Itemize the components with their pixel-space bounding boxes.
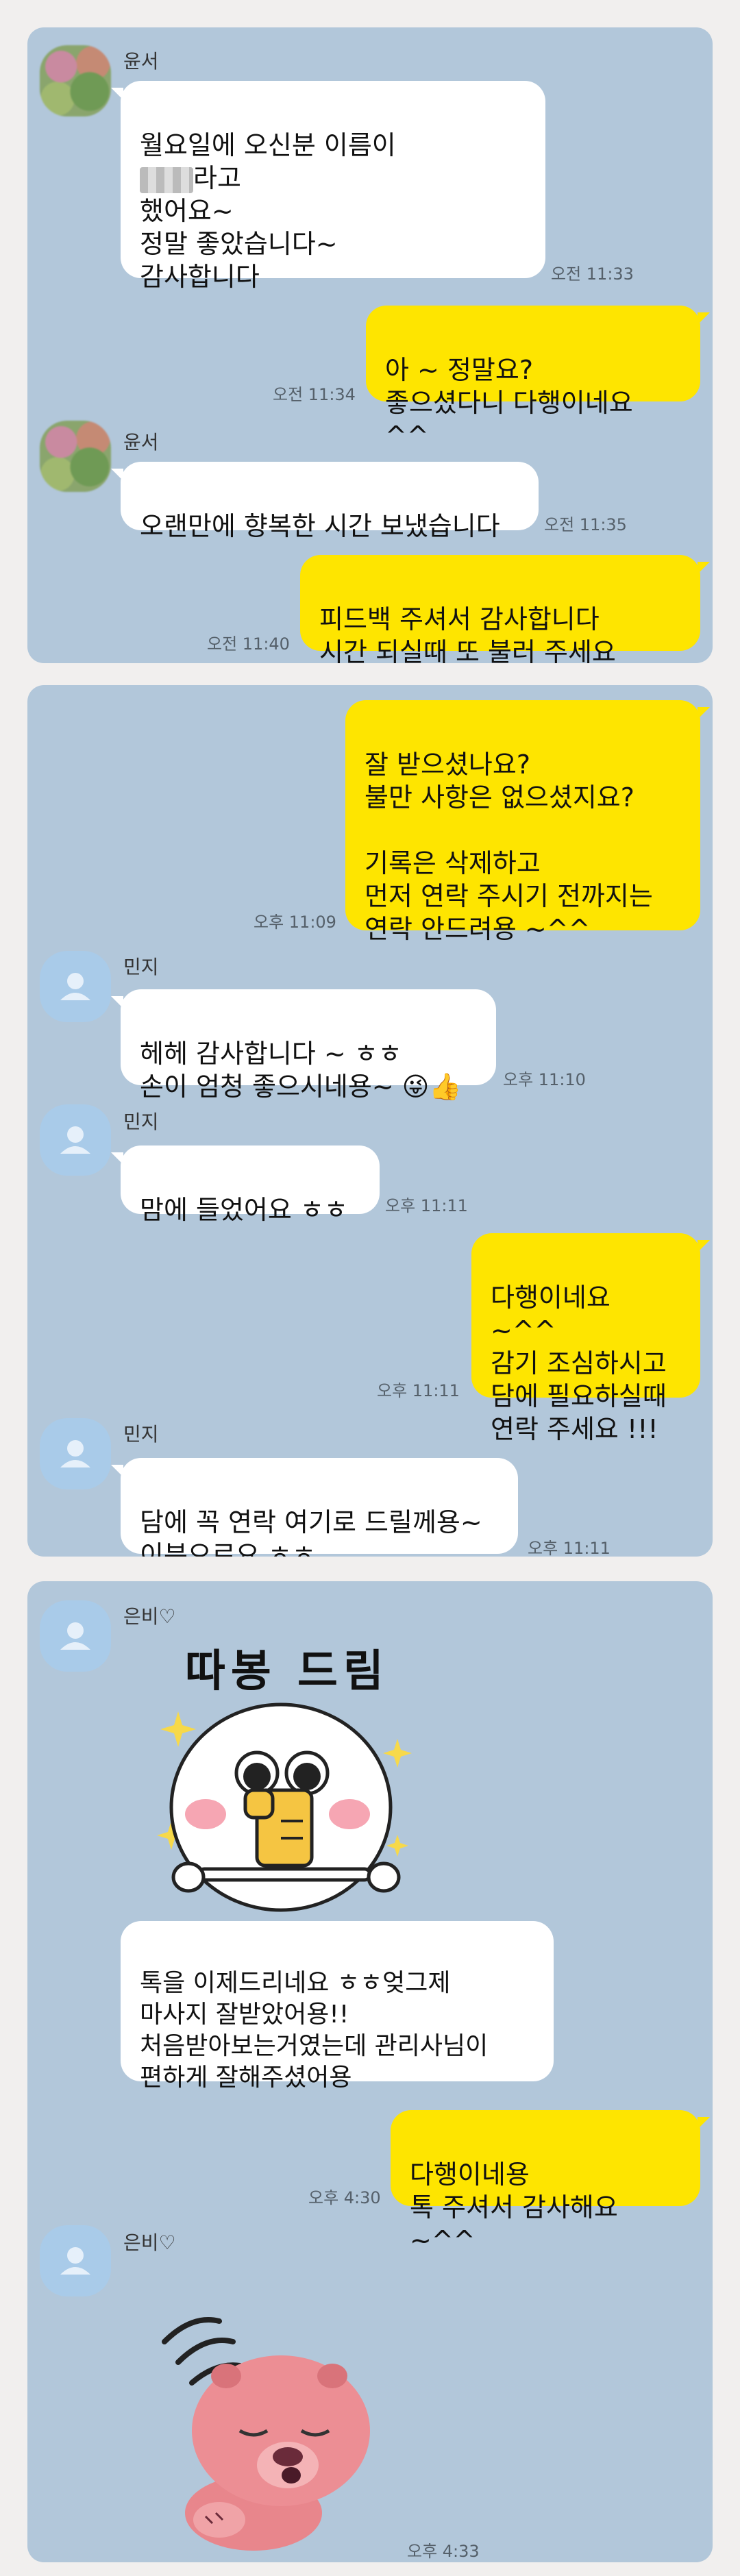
- default-profile-icon: [60, 2247, 90, 2275]
- message-time: 오후 11:11: [528, 1539, 610, 1557]
- redacted-name: [140, 166, 193, 193]
- default-profile-icon: [60, 1126, 90, 1154]
- message-text: 다행이네요 ~^^ 감기 조심하시고 담에 필요하실때 연락 주세요 !!!: [491, 1283, 667, 1444]
- thumbs-up-sticker[interactable]: 따봉 드림: [123, 1636, 425, 1924]
- message-text: 아 ~ 정말요? 좋으셨다니 다행이네요 ^^: [385, 355, 633, 451]
- message-time: 오전 11:33: [551, 264, 634, 284]
- message-text: 다행이네용 톡 주셔서 감사해요 ~^^: [410, 2159, 618, 2255]
- message-bubble[interactable]: 톡을 이제드리네요 ㅎㅎ엊그제 마사지 잘받았어용!! 처음받아보는거였는데 관…: [121, 1921, 554, 2092]
- message-time: 오후 11:11: [377, 1381, 460, 1400]
- message-text: 피드백 주셔서 감사합니다 시간 되실때 또 불러 주세요 ~^^: [319, 604, 616, 663]
- avatar[interactable]: [40, 421, 111, 492]
- default-profile-icon: [60, 973, 90, 1000]
- message-bubble[interactable]: 오랜만에 향복한 시간 보냈습니다: [111, 462, 539, 541]
- message-text-part: 월요일에 오신분 이름이: [140, 130, 396, 160]
- sender-name: 민지: [123, 1423, 159, 1446]
- avatar[interactable]: [40, 1418, 111, 1489]
- sender-name: 은비♡: [123, 2231, 176, 2254]
- pink-beaver-sticker[interactable]: [151, 2294, 370, 2554]
- message-text-part: 라고: [193, 163, 241, 193]
- message-bubble[interactable]: 다행이네용 톡 주셔서 감사해요 ~^^: [391, 2110, 710, 2255]
- message-bubble[interactable]: 헤헤 감사합니다 ~ ㅎㅎ 손이 엄청 좋으시네용~ 😜👍: [111, 989, 496, 1102]
- message-text: 오랜만에 향복한 시간 보냈습니다: [140, 511, 500, 541]
- default-profile-icon: [60, 1440, 90, 1467]
- chat-panel-3: 은비♡ 따봉 드림 톡을 이제드리네요 ㅎㅎ엊그제 마사지 잘받았어용!! 처음…: [27, 1581, 713, 2562]
- message-bubble[interactable]: 월요일에 오신분 이름이 라고 했어요~ 정말 좋았습니다~ 감사합니다: [111, 81, 545, 292]
- message-bubble[interactable]: 잘 받으셨나요? 불만 사항은 없으셨지요? 기록은 삭제하고 먼저 연락 주시…: [345, 700, 710, 944]
- avatar[interactable]: [40, 45, 111, 116]
- message-text: 헤헤 감사합니다 ~ ㅎㅎ 손이 엄청 좋으시네용~ 😜👍: [140, 1039, 462, 1102]
- message-text-part: 했어요~ 정말 좋았습니다~ 감사합니다: [140, 196, 338, 292]
- message-text: 맘에 들었어요 ㅎㅎ: [140, 1195, 348, 1225]
- message-text: 톡을 이제드리네요 ㅎㅎ엊그제 마사지 잘받았어용!! 처음받아보는거였는데 관…: [140, 1969, 489, 2092]
- sender-name: 민지: [123, 1111, 159, 1133]
- message-text: 잘 받으셨나요? 불만 사항은 없으셨지요? 기록은 삭제하고 먼저 연락 주시…: [365, 750, 653, 944]
- message-time: 오후 11:09: [254, 913, 336, 932]
- avatar[interactable]: [40, 1104, 111, 1176]
- message-time: 오후 11:11: [385, 1196, 468, 1215]
- avatar[interactable]: [40, 951, 111, 1022]
- message-time: 오후 4:30: [308, 2188, 381, 2207]
- message-time: 오전 11:35: [544, 515, 627, 534]
- message-time: 오후 4:33: [407, 2542, 480, 2561]
- message-bubble[interactable]: 맘에 들었어요 ㅎㅎ: [111, 1145, 380, 1225]
- message-text: 담에 꼭 연락 여기로 드릴께용~ 이분으로요 ㅎㅎ: [140, 1507, 482, 1557]
- message-bubble[interactable]: 피드백 주셔서 감사합니다 시간 되실때 또 불러 주세요 ~^^: [300, 555, 710, 663]
- avatar[interactable]: [40, 2225, 111, 2296]
- message-time: 오전 11:34: [273, 385, 356, 404]
- character-illustration: [162, 2317, 370, 2551]
- character-illustration: [157, 1702, 412, 1912]
- default-profile-icon: [60, 1622, 90, 1650]
- sender-name: 민지: [123, 956, 159, 978]
- message-time: 오후 11:10: [503, 1070, 586, 1089]
- avatar[interactable]: [40, 1600, 111, 1672]
- message-bubble[interactable]: 아 ~ 정말요? 좋으셨다니 다행이네요 ^^: [366, 306, 710, 451]
- sender-name: 윤서: [123, 431, 159, 454]
- message-time: 오전 11:40: [207, 634, 290, 654]
- chat-panel-2: 잘 받으셨나요? 불만 사항은 없으셨지요? 기록은 삭제하고 먼저 연락 주시…: [27, 685, 713, 1557]
- sender-name: 은비♡: [123, 1605, 176, 1628]
- sender-name: 윤서: [123, 50, 159, 73]
- message-bubble[interactable]: 다행이네요 ~^^ 감기 조심하시고 담에 필요하실때 연락 주세요 !!!: [471, 1233, 710, 1444]
- chat-panel-1: 윤서 월요일에 오신분 이름이 라고 했어요~ 정말 좋았습니다~ 감사합니다 …: [27, 27, 713, 663]
- message-bubble[interactable]: 담에 꼭 연락 여기로 드릴께용~ 이분으로요 ㅎㅎ: [111, 1458, 518, 1557]
